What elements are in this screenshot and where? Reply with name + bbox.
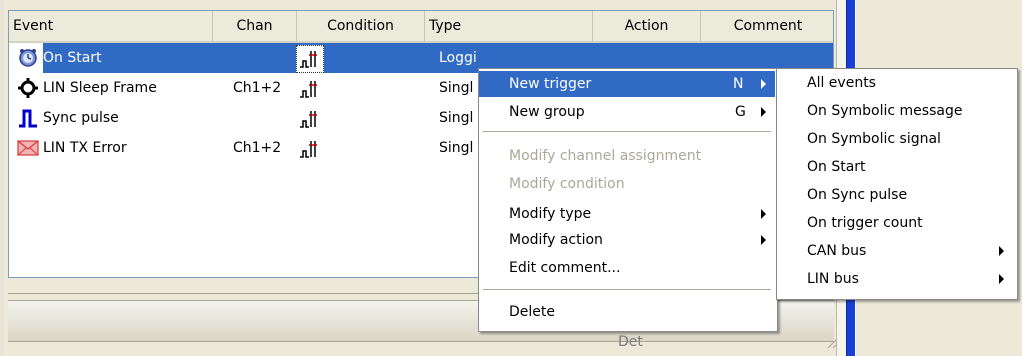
submenu-item-can-bus[interactable]: CAN bus — [777, 237, 1015, 265]
event-name: LIN Sleep Frame — [43, 80, 157, 96]
pulse-icon — [19, 109, 37, 128]
submenu-item-on-trigger-count[interactable]: On trigger count — [777, 209, 1015, 237]
context-menu: New trigger N New group G Modify channel… — [478, 68, 778, 332]
menu-separator — [483, 131, 771, 132]
column-header-comment[interactable]: Comment — [701, 11, 833, 41]
column-header-chan[interactable]: Chan — [213, 11, 297, 41]
submenu-arrow-icon — [999, 246, 1004, 256]
error-envelope-icon — [17, 140, 39, 156]
submenu-arrow-icon — [761, 235, 766, 245]
table-header: Event Chan Condition Type Action Comment — [9, 11, 833, 43]
submenu-item-on-symbolic-signal[interactable]: On Symbolic signal — [777, 125, 1015, 153]
type-value: Loggi — [439, 50, 477, 66]
submenu-item-on-sync-pulse[interactable]: On Sync pulse — [777, 181, 1015, 209]
submenu-arrow-icon — [999, 274, 1004, 284]
condition-icon — [300, 51, 317, 68]
column-header-type[interactable]: Type — [425, 11, 593, 41]
event-name: LIN TX Error — [43, 140, 127, 156]
submenu-item-on-symbolic-message[interactable]: On Symbolic message — [777, 97, 1015, 125]
menu-item-new-group[interactable]: New group G — [479, 99, 775, 125]
submenu-item-lin-bus[interactable]: LIN bus — [777, 265, 1015, 293]
column-header-action[interactable]: Action — [593, 11, 701, 41]
clock-icon — [19, 49, 37, 67]
gear-icon — [18, 78, 38, 98]
menu-item-edit-comment[interactable]: Edit comment... — [479, 255, 775, 281]
new-trigger-submenu: All events On Symbolic message On Symbol… — [776, 68, 1018, 300]
column-header-condition[interactable]: Condition — [297, 11, 425, 41]
chan-value: Ch1+2 — [233, 80, 282, 96]
submenu-item-all-events[interactable]: All events — [777, 69, 1015, 97]
submenu-arrow-icon — [761, 107, 766, 117]
event-name: Sync pulse — [43, 110, 119, 126]
menu-separator — [483, 289, 771, 290]
type-value: Singl — [439, 80, 474, 96]
menu-item-modify-channel-assignment[interactable]: Modify channel assignment — [479, 143, 775, 169]
column-header-event[interactable]: Event — [9, 11, 213, 41]
submenu-arrow-icon — [761, 209, 766, 219]
submenu-arrow-icon — [761, 79, 766, 89]
menu-item-new-trigger[interactable]: New trigger N — [479, 71, 775, 97]
menu-item-delete[interactable]: Delete — [479, 299, 775, 325]
type-value: Singl — [439, 110, 474, 126]
type-value: Singl — [439, 140, 474, 156]
submenu-item-on-start[interactable]: On Start — [777, 153, 1015, 181]
condition-icon — [300, 81, 317, 98]
event-name: On Start — [43, 50, 102, 66]
menu-item-modify-condition[interactable]: Modify condition — [479, 171, 775, 197]
condition-icon — [300, 141, 317, 158]
detail-label-partial: Det — [618, 334, 643, 350]
menu-item-modify-type[interactable]: Modify type — [479, 201, 775, 227]
menu-item-modify-action[interactable]: Modify action — [479, 227, 775, 253]
condition-icon — [300, 111, 317, 128]
chan-value: Ch1+2 — [233, 140, 282, 156]
